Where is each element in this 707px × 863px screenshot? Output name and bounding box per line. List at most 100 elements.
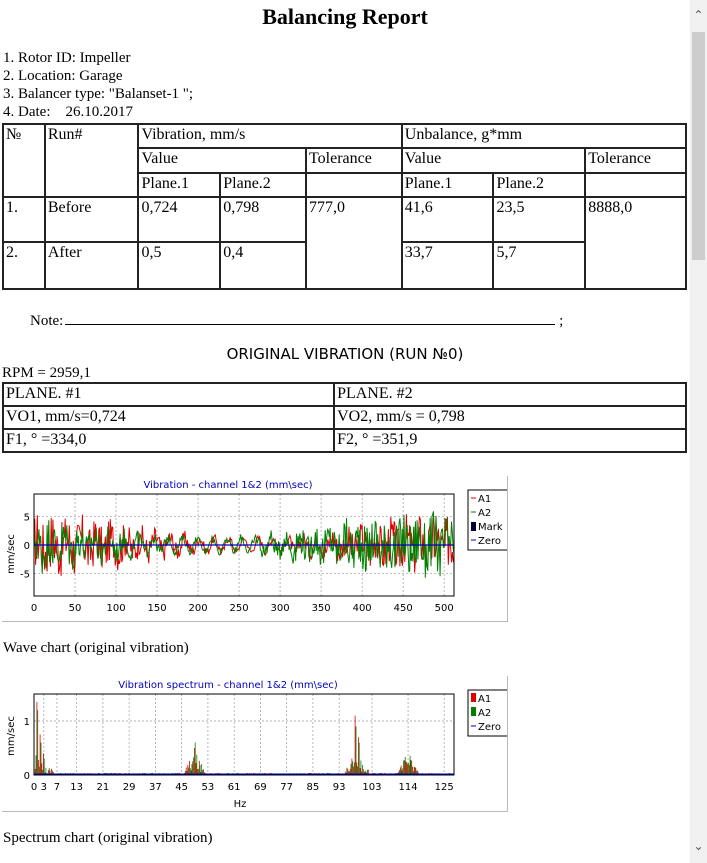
wave-x-tick-label: 500: [435, 603, 454, 614]
wave-x-tick-label: 150: [148, 603, 167, 614]
report-page: Balancing Report 1. Rotor ID: Impeller 2…: [0, 0, 690, 863]
row-run: After: [43, 241, 140, 290]
header-unb-tolerance: Tolerance: [584, 147, 687, 174]
vertical-scrollbar[interactable]: ⌃ ⌄: [690, 0, 707, 863]
header-number: №: [2, 123, 46, 198]
row-unb-plane2: 5,7: [492, 241, 587, 290]
spec-x-tick-label: 114: [399, 782, 418, 793]
spec-x-tick-label: 37: [149, 782, 162, 793]
wave-x-tick-label: 300: [271, 603, 290, 614]
spectrum-bar-a2: [406, 762, 408, 775]
note-line: [65, 310, 556, 325]
spectrum-legend-zero: Zero: [478, 722, 501, 733]
spectrum-bar-a1: [43, 753, 44, 775]
wave-ylabel: mm/sec: [6, 534, 17, 574]
spec-x-tick-label: 103: [362, 782, 381, 793]
spectrum-bar-a2: [404, 757, 406, 775]
wave-y-tick-label: 0: [24, 541, 30, 552]
spectrum-bar-a2: [40, 742, 42, 775]
spectrum-bar-a1: [356, 762, 358, 775]
info-location: 2. Location: Garage: [3, 68, 123, 84]
wave-x-tick-label: 200: [189, 603, 208, 614]
spectrum-bar-a1: [410, 760, 412, 775]
spectrum-bar-a1: [38, 760, 39, 775]
spectrum-caption: Spectrum chart (original vibration): [3, 830, 213, 846]
row-unb-plane2: 23,5: [492, 196, 587, 243]
spectrum-ylabel: mm/sec: [6, 716, 17, 756]
row-unb-plane1: 41,6: [400, 196, 495, 243]
spectrum-bar-a2: [350, 763, 352, 775]
spec-x-tick-label: 85: [307, 782, 320, 793]
spectrum-bar-a1: [354, 715, 356, 775]
wave-x-tick-label: 350: [312, 603, 331, 614]
spectrum-bar-a2: [403, 760, 404, 775]
scroll-thumb[interactable]: [692, 32, 705, 260]
wave-legend-a2: A2: [478, 508, 491, 519]
wave-legend-a1: A1: [478, 494, 491, 505]
spectrum-bar-a2: [352, 761, 354, 775]
spectrum-bar-a1: [405, 761, 407, 775]
spectrum-bar-a2: [201, 763, 203, 775]
spectrum-bar-a2: [358, 742, 360, 775]
spec-x-tick-label: 53: [202, 782, 215, 793]
wave-chart-title: Vibration - channel 1&2 (mm\sec): [143, 480, 312, 491]
spectrum-bar-a2: [191, 764, 193, 775]
note-label: Note:: [30, 313, 64, 329]
note-end: ;: [559, 313, 564, 329]
wave-legend-mark: Mark: [478, 522, 503, 533]
wave-x-tick-label: 100: [106, 603, 125, 614]
spectrum-bar-a1: [39, 734, 41, 775]
wave-x-tick-label: 50: [69, 603, 82, 614]
spectrum-xlabel: Hz: [234, 799, 247, 810]
spectrum-bar-a1: [351, 758, 353, 775]
note-field: Note: ;: [30, 310, 563, 330]
spectrum-bar-a2: [409, 755, 411, 775]
header-vibration: Vibration, mm/s: [137, 123, 403, 149]
spectrum-chart-title: Vibration spectrum - channel 1&2 (mm\sec…: [118, 680, 338, 691]
plane-table: PLANE. #1 PLANE. #2 VO1, mm/s=0,724 VO2,…: [1, 382, 687, 453]
spectrum-bar-a2: [362, 764, 363, 775]
spectrum-legend-a2: A2: [478, 708, 491, 719]
spectrum-chart: Vibration spectrum - channel 1&2 (mm\sec…: [2, 676, 509, 812]
wave-x-tick-label: 0: [31, 603, 37, 614]
header-unbalance: Unbalance, g*mm: [400, 123, 688, 149]
spec-x-tick-label: 3: [41, 782, 47, 793]
spectrum-bar-a2: [353, 762, 355, 775]
spec-x-tick-label: 69: [254, 782, 267, 793]
spectrum-bar-a1: [41, 763, 43, 775]
row-vib-plane2: 0,4: [219, 241, 307, 290]
plane2-phase: F2, ° =351,9: [333, 428, 687, 453]
rpm-value: RPM = 2959,1: [2, 365, 91, 381]
report-title: Balancing Report: [262, 4, 428, 29]
info-rotor-id: 1. Rotor ID: Impeller: [3, 50, 131, 66]
plane1-vo: VO1, mm/s=0,724: [1, 405, 336, 430]
spectrum-bar-a2: [408, 763, 409, 775]
spec-x-tick-label: 45: [175, 782, 188, 793]
header-unb-plane2: Plane.2: [492, 172, 587, 198]
wave-chart-svg: Vibration - channel 1&2 (mm\sec) mm/sec …: [6, 480, 509, 614]
spectrum-bar-a2: [193, 757, 194, 775]
header-unb-plane1: Plane.1: [400, 172, 495, 198]
wave-y-tick-label: -5: [20, 569, 30, 580]
scroll-up-icon[interactable]: ⌃: [690, 8, 707, 24]
spectrum-bar-a2: [411, 760, 413, 775]
spectrum-chart-svg: Vibration spectrum - channel 1&2 (mm\sec…: [6, 680, 509, 810]
row-vib-plane2: 0,798: [219, 196, 307, 243]
row-vib-plane1: 0,5: [137, 241, 222, 290]
wave-y-tick-label: 5: [24, 513, 30, 524]
spec-legend-a1-swatch: [471, 693, 476, 702]
wave-chart: Vibration - channel 1&2 (mm\sec) mm/sec …: [2, 476, 509, 622]
legend-mark-swatch: [471, 522, 476, 531]
spectrum-bar-a1: [195, 763, 197, 775]
spec-x-tick-label: 77: [280, 782, 293, 793]
row-run: Before: [43, 196, 140, 243]
unb-tolerance-value: 8888,0: [584, 196, 687, 290]
info-date: 4. Date: 26.10.2017: [3, 104, 133, 120]
spectrum-bar-a2: [360, 760, 362, 775]
spectrum-bar-a1: [194, 748, 195, 775]
spec-x-tick-label: 0: [31, 782, 37, 793]
scroll-down-icon[interactable]: ⌄: [690, 839, 707, 855]
spec-x-tick-label: 7: [54, 782, 60, 793]
plane1-name: PLANE. #1: [1, 382, 336, 407]
wave-x-tick-label: 450: [394, 603, 413, 614]
